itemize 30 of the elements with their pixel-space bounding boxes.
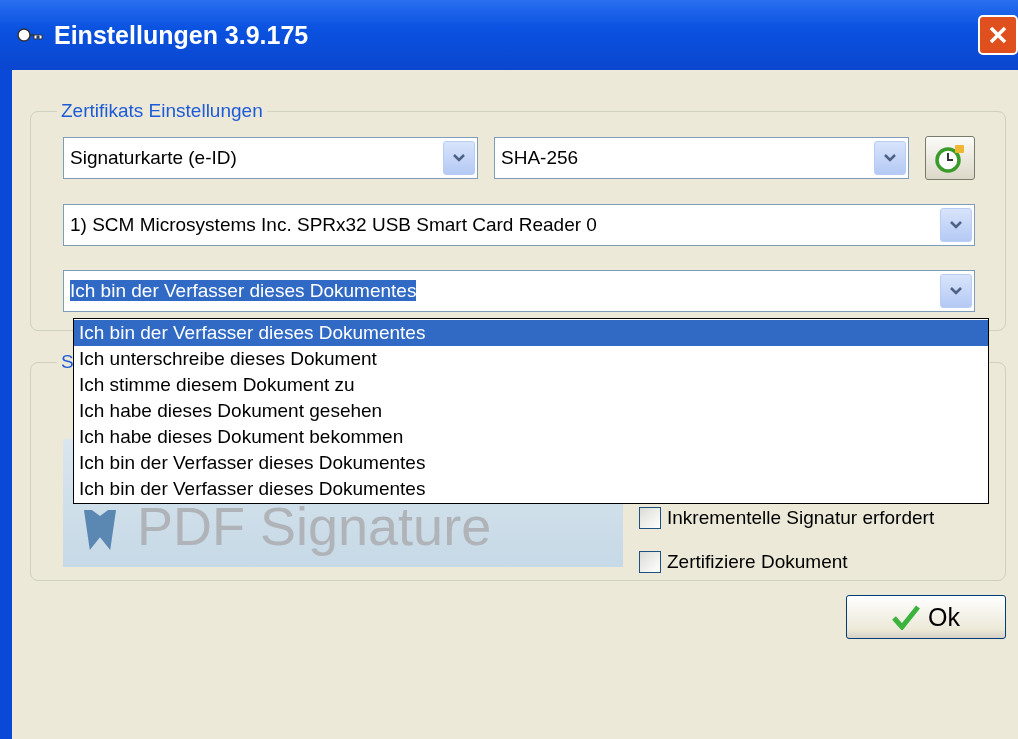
- chevron-down-icon: [949, 286, 963, 296]
- dropdown-arrow-button[interactable]: [940, 274, 972, 308]
- dropdown-arrow-button[interactable]: [940, 208, 972, 242]
- clock-icon: [934, 142, 966, 174]
- clock-button[interactable]: [925, 136, 975, 180]
- chevron-down-icon: [883, 153, 897, 163]
- checkmark-icon: [892, 604, 920, 630]
- window-title: Einstellungen 3.9.175: [54, 20, 310, 50]
- checkbox[interactable]: [639, 551, 661, 573]
- selected-text: Ich bin der Verfasser dieses Dokumentes: [70, 280, 417, 301]
- dropdown-value: 1) SCM Microsystems Inc. SPRx32 USB Smart Card Reader 0: [70, 214, 598, 236]
- dropdown-field[interactable]: Signaturkarte (e-ID): [63, 137, 478, 179]
- close-icon: [988, 25, 1008, 45]
- dropdown-value: SHA-256: [501, 147, 580, 169]
- checkbox[interactable]: [639, 507, 661, 529]
- group-legend: Zertifikats Einstellungen: [57, 100, 267, 122]
- chevron-down-icon: [452, 153, 466, 163]
- checkbox-label[interactable]: Zertifiziere Dokument: [639, 551, 935, 573]
- dropdown-arrow-button[interactable]: [874, 141, 906, 175]
- dropdown-field[interactable]: SHA-256: [494, 137, 909, 179]
- close-button[interactable]: [978, 15, 1018, 55]
- checkbox-label[interactable]: Inkrementelle Signatur erfordert: [639, 507, 935, 529]
- dropdown-arrow-button[interactable]: [443, 141, 475, 175]
- key-icon: [16, 25, 44, 45]
- ok-button[interactable]: Ok: [846, 595, 1006, 639]
- dropdown-field[interactable]: Ich bin der Verfasser dieses Dokumentes: [63, 270, 975, 312]
- dropdown-option[interactable]: Ich bin der Verfasser dieses Dokumentes: [74, 320, 988, 346]
- dropdown-value: Signaturkarte (e-ID): [70, 147, 238, 169]
- dropdown-field[interactable]: 1) SCM Microsystems Inc. SPRx32 USB Smart Card Reader 0: [63, 204, 975, 246]
- chevron-down-icon: [949, 220, 963, 230]
